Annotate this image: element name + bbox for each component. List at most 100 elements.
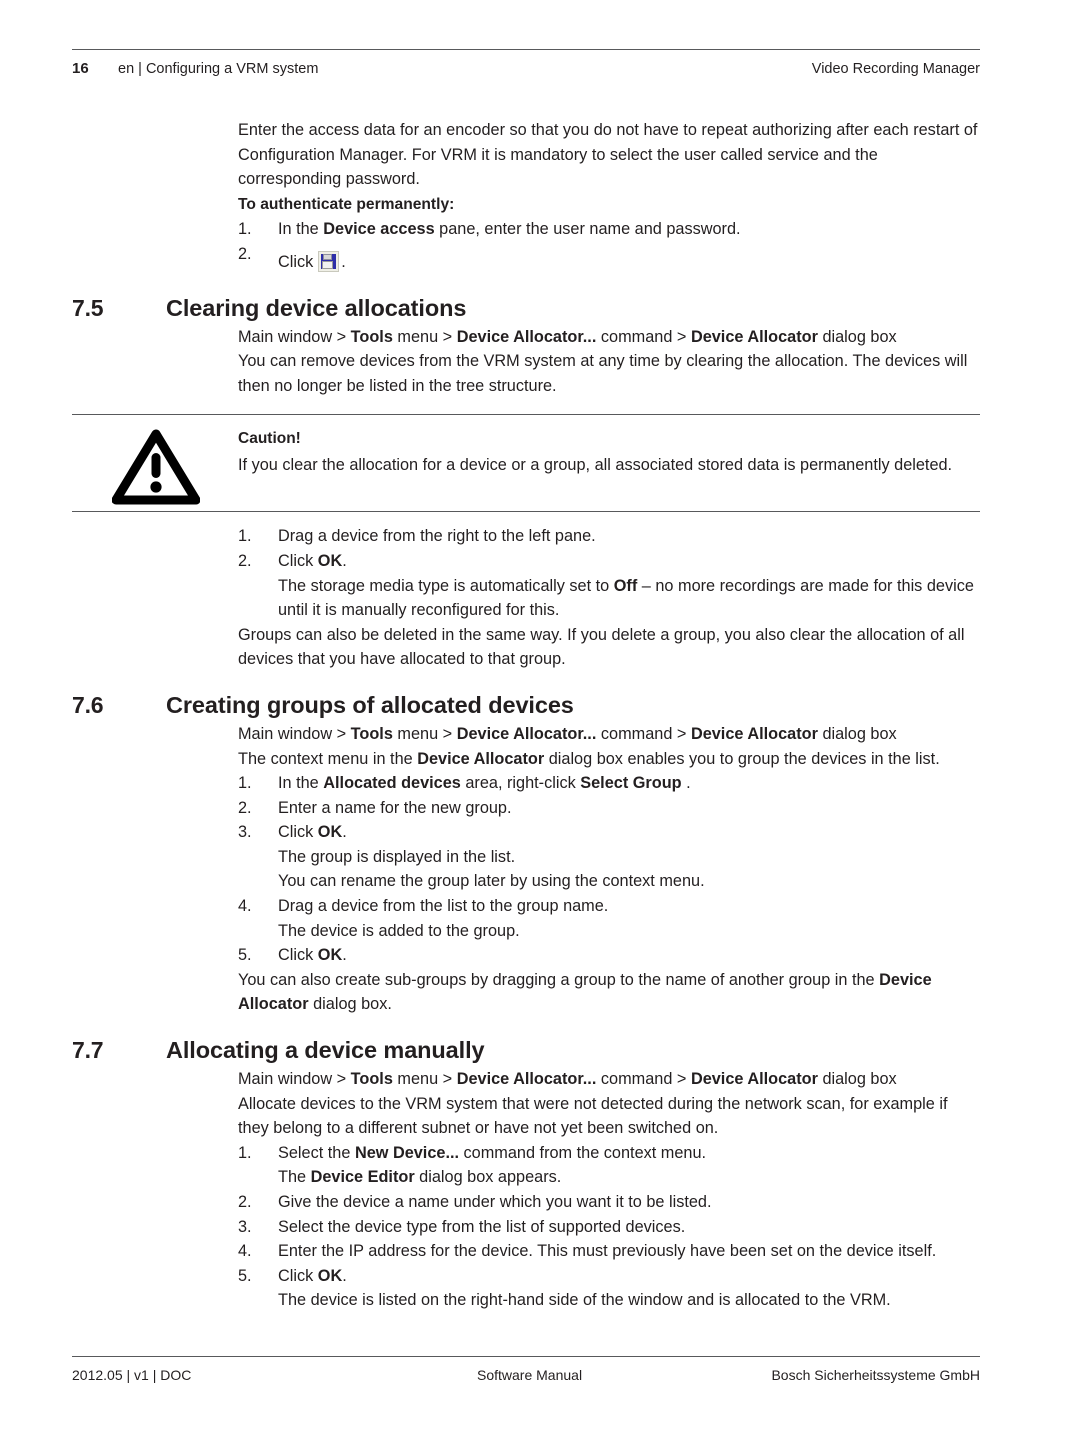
intro-paragraph: Enter the access data for an encoder so … bbox=[238, 121, 978, 189]
ui-term-ok: OK bbox=[317, 823, 343, 842]
section-title: Creating groups of allocated devices bbox=[166, 691, 574, 718]
paragraph-part: You can also create sub-groups by draggi… bbox=[238, 970, 880, 989]
section-7-6-closing: You can also create sub-groups by draggi… bbox=[238, 968, 980, 1017]
step-number: 1. bbox=[238, 527, 252, 546]
section-7-5-steps-block: 1. Drag a device from the right to the l… bbox=[238, 524, 980, 672]
intro-step-list: 1. In the Device access pane, enter the … bbox=[238, 217, 980, 274]
step-text: Click OK. bbox=[278, 552, 347, 570]
breadcrumb-part: dialog box bbox=[817, 327, 897, 346]
step-text-part: area, right-click bbox=[460, 774, 581, 793]
paragraph-part: dialog box enables you to group the devi… bbox=[544, 749, 940, 768]
section-7-5-closing: Groups can also be deleted in the same w… bbox=[238, 625, 965, 669]
document-page: 16 en | Configuring a VRM system Video R… bbox=[0, 0, 1080, 1440]
paragraph-part: The context menu in the bbox=[238, 749, 418, 768]
step-text: Give the device a name under which you w… bbox=[278, 1193, 712, 1211]
step-number: 1. bbox=[238, 774, 252, 793]
breadcrumb-dialog-device-allocator: Device Allocator bbox=[690, 724, 818, 743]
step-number: 2. bbox=[238, 1193, 252, 1211]
breadcrumb: Main window > Tools menu > Device Alloca… bbox=[238, 325, 980, 350]
section-title: Allocating a device manually bbox=[166, 1037, 485, 1064]
page-content: Enter the access data for an encoder so … bbox=[0, 118, 1080, 1313]
step-text-part: Click bbox=[278, 823, 318, 842]
list-item: 2. Click. bbox=[238, 242, 980, 275]
section-7-5: 7.5 Clearing device allocations Main win… bbox=[0, 293, 1080, 672]
breadcrumb-part: command > bbox=[596, 1070, 691, 1089]
step-text: In the Allocated devices area, right-cli… bbox=[278, 774, 691, 792]
breadcrumb-part: Main window > bbox=[238, 327, 351, 346]
step-number: 3. bbox=[238, 1217, 252, 1236]
breadcrumb: Main window > Tools menu > Device Alloca… bbox=[238, 1067, 980, 1092]
section-7-6: 7.6 Creating groups of allocated devices… bbox=[0, 690, 1080, 1017]
list-item: 4. Enter the IP address for the device. … bbox=[238, 1239, 980, 1264]
step-number: 1. bbox=[238, 220, 252, 239]
step-number: 4. bbox=[238, 1242, 252, 1261]
page-footer: 2012.05 | v1 | DOC Software Manual Bosch… bbox=[72, 1356, 980, 1387]
step-result: You can rename the group later by using … bbox=[278, 872, 705, 891]
ui-term-device-editor: Device Editor bbox=[310, 1168, 415, 1187]
step-text-part: Click bbox=[278, 252, 314, 271]
section-heading: 7.6 Creating groups of allocated devices bbox=[0, 690, 1080, 720]
step-text-part: . bbox=[342, 551, 347, 570]
ui-term-ok: OK bbox=[317, 1266, 343, 1285]
step-number: 4. bbox=[238, 897, 252, 916]
breadcrumb-menu-tools: Tools bbox=[350, 724, 393, 743]
step-text-part: Select the bbox=[278, 1143, 355, 1162]
step-number: 2. bbox=[238, 798, 252, 817]
list-item: 2. Give the device a name under which yo… bbox=[238, 1190, 980, 1215]
step-text-part: In the bbox=[278, 220, 324, 239]
step-text-part: . bbox=[342, 1266, 347, 1285]
caution-title: Caution! bbox=[238, 430, 301, 448]
breadcrumb-part: menu > bbox=[392, 327, 457, 346]
footer-company: Bosch Sicherheitssysteme GmbH bbox=[771, 1367, 980, 1383]
step-result-part: dialog box appears. bbox=[414, 1168, 562, 1187]
list-item: 5. Click OK. The device is listed on the… bbox=[238, 1264, 980, 1313]
step-text-part: . bbox=[342, 823, 347, 842]
section-7-5-body: Main window > Tools menu > Device Alloca… bbox=[238, 325, 980, 399]
section-7-7-step-list: 1. Select the New Device... command from… bbox=[238, 1141, 980, 1313]
intro-block: Enter the access data for an encoder so … bbox=[238, 118, 980, 275]
step-text: Click OK. bbox=[278, 1267, 347, 1285]
section-heading: 7.5 Clearing device allocations bbox=[0, 293, 1080, 323]
step-text-part: . bbox=[342, 946, 347, 965]
step-number: 3. bbox=[238, 823, 252, 842]
step-number: 2. bbox=[238, 244, 252, 263]
breadcrumb-menu-tools: Tools bbox=[350, 327, 393, 346]
step-number: 5. bbox=[238, 946, 252, 965]
section-number: 7.7 bbox=[72, 1037, 104, 1064]
breadcrumb-part: menu > bbox=[392, 1070, 457, 1089]
section-7-7-body: Main window > Tools menu > Device Alloca… bbox=[238, 1067, 980, 1313]
ui-term-ok: OK bbox=[317, 946, 343, 965]
step-result: The storage media type is automatically … bbox=[278, 574, 980, 623]
breadcrumb-part: Main window > bbox=[238, 1070, 351, 1089]
list-item: 1. Select the New Device... command from… bbox=[238, 1141, 980, 1190]
step-text: In the Device access pane, enter the use… bbox=[278, 220, 741, 238]
breadcrumb-command-device-allocator: Device Allocator... bbox=[456, 724, 597, 743]
ui-term-off: Off bbox=[613, 576, 638, 595]
step-text: Click OK. bbox=[278, 823, 347, 841]
ui-term-allocated-devices: Allocated devices bbox=[323, 774, 461, 793]
step-result-part: The bbox=[278, 1168, 311, 1187]
step-text-part: Click bbox=[278, 551, 318, 570]
breadcrumb-dialog-device-allocator: Device Allocator bbox=[690, 327, 818, 346]
section-7-6-step-list: 1. In the Allocated devices area, right-… bbox=[238, 771, 980, 968]
list-item: 3. Click OK. The group is displayed in t… bbox=[238, 820, 980, 894]
warning-triangle-icon bbox=[111, 429, 201, 505]
save-icon bbox=[318, 250, 340, 272]
step-result: The group is displayed in the list. bbox=[278, 847, 516, 866]
step-text-part: In the bbox=[278, 774, 324, 793]
step-result: The device is listed on the right-hand s… bbox=[278, 1291, 891, 1310]
list-item: 1. In the Allocated devices area, right-… bbox=[238, 771, 980, 796]
ui-term-new-device: New Device... bbox=[354, 1143, 460, 1162]
caution-body: Caution! If you clear the allocation for… bbox=[238, 427, 980, 477]
step-text-part: pane, enter the user name and password. bbox=[434, 220, 741, 239]
footer-doc-type: Software Manual bbox=[477, 1367, 583, 1383]
paragraph-part: dialog box. bbox=[308, 995, 392, 1014]
step-text-part: . bbox=[681, 774, 691, 793]
step-number: 5. bbox=[238, 1266, 252, 1285]
list-item: 1. In the Device access pane, enter the … bbox=[238, 217, 980, 242]
step-text-part: Click bbox=[278, 1266, 318, 1285]
breadcrumb-part: dialog box bbox=[817, 1070, 897, 1089]
list-item: 2. Click OK. The storage media type is a… bbox=[238, 549, 980, 623]
section-7-6-body: Main window > Tools menu > Device Alloca… bbox=[238, 722, 980, 1017]
step-text: Enter a name for the new group. bbox=[278, 798, 512, 817]
